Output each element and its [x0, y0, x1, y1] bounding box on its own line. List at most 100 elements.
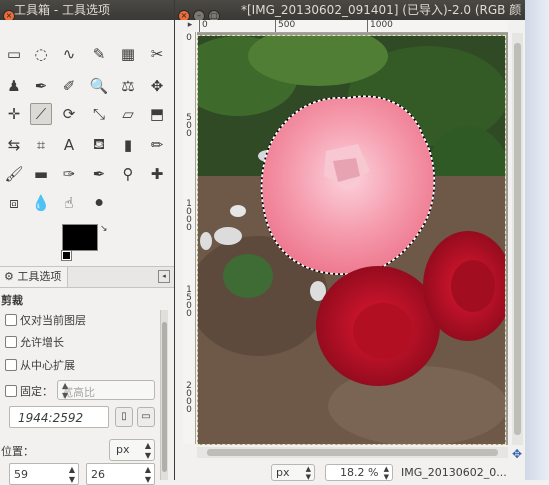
tool-options-tab-label: 工具选项: [17, 270, 62, 283]
toolbox-title: 工具箱 - 工具选项: [14, 3, 110, 17]
navigate-icon[interactable]: ✥: [512, 447, 522, 461]
align-icon[interactable]: ✛: [3, 103, 25, 125]
position-label: 位置：: [1, 445, 34, 458]
aspect-ratio-input[interactable]: 1944:2592: [9, 406, 109, 428]
ruler-tick-label: 0: [186, 33, 192, 43]
pencil-icon[interactable]: ✏: [146, 134, 168, 156]
airbrush-icon[interactable]: ✑: [58, 163, 80, 185]
status-unit-value: px: [276, 466, 290, 479]
horizontal-ruler[interactable]: 0 500 1000: [197, 20, 508, 33]
landscape-button[interactable]: ▭: [137, 407, 155, 427]
paths-icon[interactable]: ✒: [30, 75, 52, 97]
scale-icon[interactable]: ⤡: [88, 103, 110, 125]
spin-arrows-icon: ▲ ▼: [305, 465, 311, 481]
zoom-value: 18.2 %: [340, 466, 379, 479]
clone-icon[interactable]: ⚲: [117, 163, 139, 185]
expand-center-label: 从中心扩展: [20, 359, 75, 372]
current-layer-label: 仅对当前图层: [20, 314, 86, 327]
foreground-color-swatch[interactable]: [62, 224, 98, 251]
smudge-icon[interactable]: ☝: [58, 192, 80, 214]
status-bar: px ▲ ▼ 18.2 % ▲ ▼ IMG_20130602_0...: [175, 462, 526, 481]
ruler-tick-label: 0: [199, 20, 208, 32]
measure-icon[interactable]: ⚖: [117, 75, 139, 97]
blur-icon[interactable]: 💧: [30, 192, 52, 214]
spin-arrows-icon: ▲ ▼: [144, 441, 151, 460]
image-titlebar: × – □ *[IMG_20130602_091401] (已导入)-2.0 (RG…: [175, 0, 526, 20]
canvas-vertical-thumb[interactable]: [514, 43, 521, 435]
move-icon[interactable]: ✥: [146, 75, 168, 97]
ruler-tick-label: 1000: [186, 199, 192, 233]
position-unit-select[interactable]: px ▲ ▼: [109, 439, 155, 461]
image-canvas[interactable]: [197, 35, 506, 445]
minimize-window-icon[interactable]: –: [193, 10, 205, 20]
tab-tool-options[interactable]: ⚙ 工具选项: [0, 267, 69, 287]
crop-icon[interactable]: ⟋: [30, 103, 52, 125]
bucket-fill-icon[interactable]: ⛾: [88, 134, 110, 156]
close-window-icon[interactable]: ×: [178, 10, 190, 20]
text-icon[interactable]: A: [58, 134, 80, 156]
color-area: ↘: [61, 224, 112, 264]
portrait-button[interactable]: ▯: [115, 407, 133, 427]
expand-center-checkbox[interactable]: [5, 359, 17, 371]
color-picker-icon[interactable]: ✐: [58, 75, 80, 97]
rotate-icon[interactable]: ⟳: [58, 103, 80, 125]
eraser-icon[interactable]: ▬: [30, 163, 52, 185]
spin-arrows-icon: ▲ ▼: [68, 465, 75, 484]
quick-mask-arrow-icon[interactable]: ▸: [183, 20, 197, 32]
maximize-window-icon[interactable]: □: [208, 10, 220, 20]
flip-icon[interactable]: ⇆: [3, 134, 25, 156]
options-title: 剪裁: [1, 294, 23, 307]
position-y-input[interactable]: 26 ▲ ▼: [86, 463, 155, 485]
status-file-label: IMG_20130602_0...: [401, 466, 507, 479]
position-x-input[interactable]: 59 ▲ ▼: [9, 463, 79, 485]
ellipse-select-icon[interactable]: ◌: [30, 43, 52, 65]
current-layer-checkbox[interactable]: [5, 314, 17, 326]
vertical-ruler[interactable]: 0 500 1000 1500 2000: [183, 32, 196, 444]
ruler-tick-label: 1000: [367, 20, 393, 32]
ruler-tick-label: 500: [186, 113, 192, 139]
canvas-horizontal-thumb[interactable]: [207, 449, 498, 456]
reset-colors-icon[interactable]: [61, 250, 72, 261]
allow-grow-label: 允许增长: [20, 336, 64, 349]
position-y-value: 26: [91, 468, 105, 481]
canvas-horizontal-scrollbar[interactable]: [197, 447, 508, 458]
options-scroll-thumb[interactable]: [162, 322, 167, 472]
fuzzy-select-icon[interactable]: ✎: [88, 43, 110, 65]
canvas-area[interactable]: [197, 33, 508, 445]
blend-icon[interactable]: ▮: [117, 134, 139, 156]
zoom-icon[interactable]: 🔍: [88, 75, 110, 97]
ink-icon[interactable]: ✒: [88, 163, 110, 185]
ruler-tick-label: 2000: [186, 381, 192, 415]
dodge-burn-icon[interactable]: ⚫: [88, 192, 110, 214]
swap-colors-icon[interactable]: ↘: [100, 224, 108, 234]
free-select-icon[interactable]: ∿: [58, 43, 80, 65]
rose-photo: [198, 36, 505, 444]
status-unit-select[interactable]: px ▲ ▼: [271, 464, 315, 481]
perspective-clone-icon[interactable]: ⧈: [3, 192, 25, 214]
spin-arrows-icon: ▲ ▼: [383, 465, 389, 481]
rect-select-icon[interactable]: ▭: [3, 43, 25, 65]
heal-icon[interactable]: ✚: [146, 163, 168, 185]
desktop-background: [525, 0, 549, 480]
shear-icon[interactable]: ▱: [117, 103, 139, 125]
toolbox-window: × 工具箱 - 工具选项 ▭ ◌ ∿ ✎ ▦ ✂ ♟ ✒ ✐ 🔍 ⚖ ✥ ✛ ⟋ ⟳ ⤡ ▱ ⬒ ⇆ ⌗ A ⛾ ▮ ✏ 🖌 ▬ ✑…: [0, 0, 174, 485]
color-select-icon[interactable]: ▦: [117, 43, 139, 65]
position-x-value: 59: [14, 468, 28, 481]
fixed-label: 固定：: [20, 385, 53, 398]
cage-icon[interactable]: ⌗: [30, 134, 52, 156]
foreground-select-icon[interactable]: ♟: [3, 75, 25, 97]
options-scrollbar[interactable]: [160, 310, 168, 480]
fixed-checkbox[interactable]: [5, 385, 17, 397]
perspective-icon[interactable]: ⬒: [146, 103, 168, 125]
image-title: *[IMG_20130602_091401] (已导入)-2.0 (RGB 颜: [241, 3, 522, 17]
toolbox-titlebar: × 工具箱 - 工具选项: [0, 0, 174, 20]
ruler-tick-label: 1500: [186, 285, 192, 319]
position-unit-value: px: [116, 443, 130, 456]
fixed-mode-select[interactable]: 宽高比 ▲ ▼: [57, 380, 155, 400]
paintbrush-icon[interactable]: 🖌: [3, 163, 25, 185]
zoom-select[interactable]: 18.2 % ▲ ▼: [325, 464, 393, 481]
scissors-select-icon[interactable]: ✂: [146, 43, 168, 65]
canvas-vertical-scrollbar[interactable]: [512, 33, 523, 445]
allow-grow-checkbox[interactable]: [5, 336, 17, 348]
tab-menu-icon[interactable]: ◂: [158, 270, 170, 283]
